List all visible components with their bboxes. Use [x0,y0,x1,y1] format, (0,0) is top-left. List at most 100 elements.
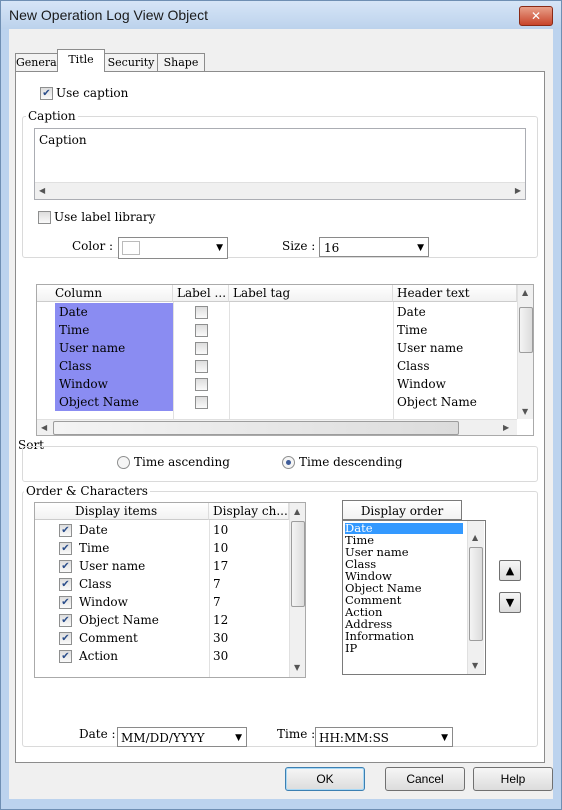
chevron-down-icon: ▼ [441,733,448,743]
display-order-vscrollbar[interactable]: ▲ ▼ [467,521,484,674]
display-item-chars[interactable]: 10 [209,521,289,539]
column-header-display-chars[interactable]: Display ch... [209,503,289,520]
display-order-item[interactable]: IP [345,642,357,654]
label-checkbox[interactable] [195,324,208,337]
column-header-label[interactable]: Label ... [173,285,229,302]
display-item-name: Object Name [79,613,159,627]
display-item-chars[interactable]: 7 [209,575,289,593]
grid-cell-column[interactable]: Object Name [55,393,173,411]
display-item-name: User name [79,559,146,573]
display-order-header: Display order [342,500,462,520]
caption-hscrollbar[interactable]: ◀ ▶ [35,182,525,199]
column-header-header-text[interactable]: Header text [393,285,517,302]
title-bar[interactable]: New Operation Log View Object ✕ [1,1,561,29]
display-item-checkbox[interactable]: ✔ [59,578,72,591]
scroll-right-icon[interactable]: ▶ [503,423,509,432]
display-item-chars[interactable]: 12 [209,611,289,629]
scroll-down-icon[interactable]: ▼ [294,663,300,672]
scroll-thumb[interactable] [469,547,483,641]
tab-security[interactable]: Security [103,53,159,71]
display-item-chars[interactable]: 7 [209,593,289,611]
column-grid-vscrollbar[interactable]: ▲ ▼ [517,285,533,419]
grid-cell-column[interactable]: User name [55,339,173,357]
sort-ascending-radio[interactable] [117,456,130,469]
display-order-list[interactable]: Date Time User name Class Window Object … [342,520,486,675]
display-item-checkbox[interactable]: ✔ [59,596,72,609]
chevron-down-icon: ▼ [216,243,223,253]
ok-button[interactable]: OK [285,767,365,791]
tab-title[interactable]: Title [57,49,105,72]
move-down-button[interactable]: ▼ [499,592,521,613]
sort-group [22,446,538,482]
grid-cell-column[interactable]: Class [55,357,173,375]
time-format-select[interactable]: HH:MM:SS ▼ [315,727,453,747]
display-item-checkbox[interactable]: ✔ [59,524,72,537]
display-item-checkbox[interactable]: ✔ [59,614,72,627]
scroll-down-icon[interactable]: ▼ [472,661,478,670]
display-item-name: Class [79,577,112,591]
order-group-label: Order & Characters [24,484,150,498]
display-item-name: Date [79,523,108,537]
grid-cell-header-text[interactable]: Time [393,321,517,339]
display-item-chars[interactable]: 17 [209,557,289,575]
display-item-chars[interactable]: 10 [209,539,289,557]
column-header-column[interactable]: Column [37,285,173,302]
column-grid-hscrollbar[interactable]: ◀ ▶ [37,419,517,435]
window-title: New Operation Log View Object [9,7,208,23]
color-label: Color : [72,239,114,253]
scroll-thumb[interactable] [291,521,305,607]
size-value: 16 [324,241,340,255]
scroll-thumb[interactable] [519,307,533,353]
scroll-right-icon[interactable]: ▶ [515,186,521,195]
scroll-up-icon[interactable]: ▲ [294,507,300,516]
caption-group-label: Caption [26,109,78,123]
size-label: Size : [282,239,316,253]
size-select[interactable]: 16 ▼ [319,237,429,257]
display-item-checkbox[interactable]: ✔ [59,560,72,573]
use-caption-checkbox[interactable]: ✔ [40,87,53,100]
grid-cell-column[interactable]: Time [55,321,173,339]
grid-cell-column[interactable]: Date [55,303,173,321]
display-item-chars[interactable]: 30 [209,629,289,647]
dialog-window: New Operation Log View Object ✕ General … [0,0,562,810]
time-format-label: Time : [277,727,316,741]
color-picker[interactable]: ▼ [118,237,228,259]
tab-general[interactable]: General [15,53,60,71]
display-item-checkbox[interactable]: ✔ [59,632,72,645]
date-format-select[interactable]: MM/DD/YYYY ▼ [117,727,247,747]
display-item-checkbox[interactable]: ✔ [59,542,72,555]
scroll-down-icon[interactable]: ▼ [522,407,528,416]
grid-cell-header-text[interactable]: User name [393,339,517,357]
label-checkbox[interactable] [195,306,208,319]
grid-cell-column[interactable]: Window [55,375,173,393]
display-item-checkbox[interactable]: ✔ [59,650,72,663]
column-header-display-items[interactable]: Display items [35,503,209,520]
scroll-up-icon[interactable]: ▲ [522,288,528,297]
column-header-label-tag[interactable]: Label tag [229,285,393,302]
display-item-name: Window [79,595,128,609]
display-items-vscrollbar[interactable]: ▲ ▼ [289,503,305,677]
display-item-chars[interactable]: 30 [209,647,289,665]
grid-cell-header-text[interactable]: Object Name [393,393,517,411]
cancel-button[interactable]: Cancel [385,767,465,791]
label-checkbox[interactable] [195,360,208,373]
help-button[interactable]: Help [473,767,553,791]
grid-cell-header-text[interactable]: Class [393,357,517,375]
label-checkbox[interactable] [195,342,208,355]
sort-descending-radio[interactable] [282,456,295,469]
display-item-name: Comment [79,631,138,645]
display-item-name: Time [79,541,110,555]
move-up-button[interactable]: ▲ [499,560,521,581]
close-button[interactable]: ✕ [519,6,553,26]
caption-textarea[interactable]: Caption ◀ ▶ [34,128,526,200]
grid-cell-header-text[interactable]: Date [393,303,517,321]
scroll-up-icon[interactable]: ▲ [472,533,478,542]
scroll-left-icon[interactable]: ◀ [41,423,47,432]
tab-shape[interactable]: Shape [157,53,205,71]
scroll-left-icon[interactable]: ◀ [39,186,45,195]
use-label-library-checkbox[interactable] [38,211,51,224]
scroll-thumb[interactable] [53,421,459,435]
label-checkbox[interactable] [195,396,208,409]
label-checkbox[interactable] [195,378,208,391]
grid-cell-header-text[interactable]: Window [393,375,517,393]
